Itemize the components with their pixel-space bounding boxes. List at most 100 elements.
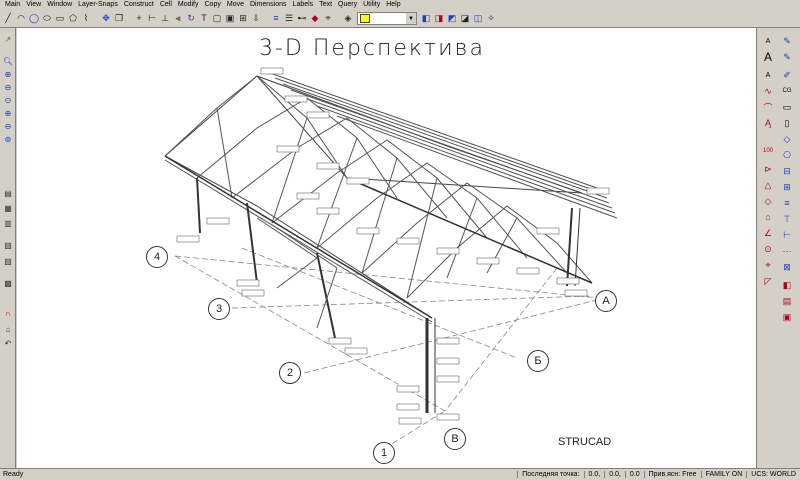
properties-icon[interactable]: ▥ bbox=[2, 218, 14, 229]
zoom-all-icon[interactable]: ⊙ bbox=[2, 95, 14, 106]
render-solid-icon[interactable]: ◨ bbox=[433, 12, 445, 26]
window-icon[interactable]: ▣ bbox=[224, 12, 236, 26]
drawing-canvas[interactable]: 3-D Перспектива 4 3 2 1 A Б B STRUCAD bbox=[17, 28, 756, 468]
snap-status[interactable]: Прив.ясн: Free bbox=[643, 471, 701, 478]
menu-window[interactable]: Window bbox=[44, 0, 75, 10]
view-icon[interactable]: ⊠ bbox=[779, 260, 795, 274]
chevron-down-icon[interactable]: ▼ bbox=[406, 13, 416, 24]
stiffener-icon[interactable]: ◸ bbox=[760, 274, 776, 288]
move-icon[interactable]: ✥ bbox=[100, 12, 112, 26]
cell-icon[interactable]: CG bbox=[779, 84, 795, 98]
report-icon[interactable]: ▨ bbox=[2, 256, 14, 267]
column-icon[interactable]: ⊢ bbox=[779, 228, 795, 242]
magnet-icon[interactable]: ∩ bbox=[2, 308, 14, 319]
mirror-icon[interactable]: ⫷ bbox=[172, 12, 184, 26]
label-icon[interactable]: ▭ bbox=[779, 100, 795, 114]
text-edit-icon[interactable]: ✎ bbox=[779, 50, 795, 64]
zoom-window-icon[interactable]: ⊕ bbox=[2, 69, 14, 80]
ellipse-icon[interactable]: ⬭ bbox=[41, 12, 53, 26]
grid-icon[interactable]: ⊞ bbox=[237, 12, 249, 26]
pointer-icon[interactable]: ↗ bbox=[2, 34, 14, 45]
text-icon[interactable]: T bbox=[198, 12, 210, 26]
zoom-in-icon[interactable]: ⊕ bbox=[2, 108, 14, 119]
library-icon[interactable]: ▤ bbox=[2, 188, 14, 199]
menu-construct[interactable]: Construct bbox=[121, 0, 157, 10]
attach-icon[interactable]: ⌖ bbox=[322, 12, 334, 26]
menu-main[interactable]: Main bbox=[2, 0, 23, 10]
undo-icon[interactable]: ↶ bbox=[2, 338, 14, 349]
cross-icon[interactable]: + bbox=[133, 12, 145, 26]
menu-cell[interactable]: Cell bbox=[157, 0, 175, 10]
ucs-status[interactable]: UCS: WORLD bbox=[746, 471, 800, 478]
layer-manager-icon[interactable]: ▦ bbox=[2, 203, 14, 214]
marker-icon[interactable]: ◆ bbox=[309, 12, 321, 26]
align-icon[interactable]: ≡ bbox=[270, 12, 282, 26]
dim-icon[interactable]: ◇ bbox=[779, 132, 795, 146]
text-large-icon[interactable]: A bbox=[760, 50, 776, 64]
zoom-extents-icon[interactable]: ⊛ bbox=[2, 134, 14, 145]
purlin-icon[interactable]: ▤ bbox=[779, 294, 795, 308]
plate-icon[interactable]: ◇ bbox=[760, 194, 776, 208]
menu-view[interactable]: View bbox=[23, 0, 44, 10]
text-move-icon[interactable]: ✐ bbox=[779, 68, 795, 82]
arc-icon[interactable]: ◠ bbox=[15, 12, 27, 26]
render-3d-icon[interactable]: ◧ bbox=[420, 12, 432, 26]
menu-copy[interactable]: Copy bbox=[202, 0, 224, 10]
render-wire-icon[interactable]: ◪ bbox=[459, 12, 471, 26]
node-icon[interactable]: ⊙ bbox=[760, 242, 776, 256]
menu-dimensions[interactable]: Dimensions bbox=[247, 0, 290, 10]
bolt-icon[interactable]: ⊞ bbox=[779, 180, 795, 194]
list-icon[interactable]: ▩ bbox=[2, 278, 14, 289]
menu-move[interactable]: Move bbox=[224, 0, 247, 10]
arc-text-icon[interactable]: Ą bbox=[760, 116, 776, 130]
curve-icon[interactable]: ⌒ bbox=[760, 100, 776, 114]
rotate-icon[interactable]: ↻ bbox=[185, 12, 197, 26]
rectangle-icon[interactable]: ▭ bbox=[54, 12, 66, 26]
snap-settings-icon[interactable]: ⌂ bbox=[2, 324, 14, 335]
table-icon[interactable]: ▧ bbox=[2, 240, 14, 251]
spline-icon[interactable]: ∿ bbox=[760, 84, 776, 98]
family-status[interactable]: FAMILY ON bbox=[700, 471, 747, 478]
snap-icon[interactable]: ⊥ bbox=[159, 12, 171, 26]
menu-query[interactable]: Query bbox=[335, 0, 360, 10]
menu-text[interactable]: Text bbox=[316, 0, 335, 10]
section-icon[interactable]: ⎔ bbox=[779, 148, 795, 162]
text-settings-icon[interactable]: ✎ bbox=[779, 34, 795, 48]
beam-icon[interactable]: ⊤ bbox=[779, 212, 795, 226]
polyline-icon[interactable]: ⌇ bbox=[80, 12, 92, 26]
layer-icon[interactable]: ◈ bbox=[342, 12, 354, 26]
lightbulb-icon[interactable]: ✧ bbox=[485, 12, 497, 26]
cleat-icon[interactable]: ▣ bbox=[779, 310, 795, 324]
zoom-icon[interactable]: 🔍︎ bbox=[2, 56, 14, 67]
weld-icon[interactable]: △ bbox=[760, 178, 776, 192]
render-shade-icon[interactable]: ◩ bbox=[446, 12, 458, 26]
frame-icon[interactable]: ▢ bbox=[211, 12, 223, 26]
measure-icon[interactable]: ⊷ bbox=[296, 12, 308, 26]
zoom-out-icon[interactable]: ⊖ bbox=[2, 121, 14, 132]
house-icon[interactable]: ⌂ bbox=[760, 210, 776, 224]
text-small-icon[interactable]: A bbox=[760, 68, 776, 82]
menu-modify[interactable]: Modify bbox=[175, 0, 202, 10]
member-icon[interactable]: ≡ bbox=[779, 196, 795, 210]
polygon-icon[interactable]: ⬠ bbox=[67, 12, 79, 26]
color-select[interactable]: ▼ bbox=[357, 12, 417, 25]
scale-icon[interactable]: 100 bbox=[760, 144, 776, 158]
stack-icon[interactable]: ☰ bbox=[283, 12, 295, 26]
text-style-icon[interactable]: A bbox=[760, 34, 776, 48]
menu-utility[interactable]: Utility bbox=[360, 0, 383, 10]
circle-icon[interactable]: ◯ bbox=[28, 12, 40, 26]
render-hide-icon[interactable]: ◫ bbox=[472, 12, 484, 26]
dimension-icon[interactable]: ⊢ bbox=[146, 12, 158, 26]
menu-layer-snaps[interactable]: Layer-Snaps bbox=[75, 0, 121, 10]
angle-icon[interactable]: ∠ bbox=[760, 226, 776, 240]
tag-icon[interactable]: ⊳ bbox=[760, 162, 776, 176]
zoom-previous-icon[interactable]: ⊖ bbox=[2, 82, 14, 93]
fitting-icon[interactable]: ◧ bbox=[779, 278, 795, 292]
grid-line-icon[interactable]: ⋯ bbox=[779, 244, 795, 258]
connection-icon[interactable]: ⌖ bbox=[760, 258, 776, 272]
copy-icon[interactable]: ❐ bbox=[113, 12, 125, 26]
menu-labels[interactable]: Labels bbox=[290, 0, 317, 10]
import-icon[interactable]: ⇩ bbox=[250, 12, 262, 26]
note-icon[interactable]: ▯ bbox=[779, 116, 795, 130]
line-icon[interactable]: ╱ bbox=[2, 12, 14, 26]
